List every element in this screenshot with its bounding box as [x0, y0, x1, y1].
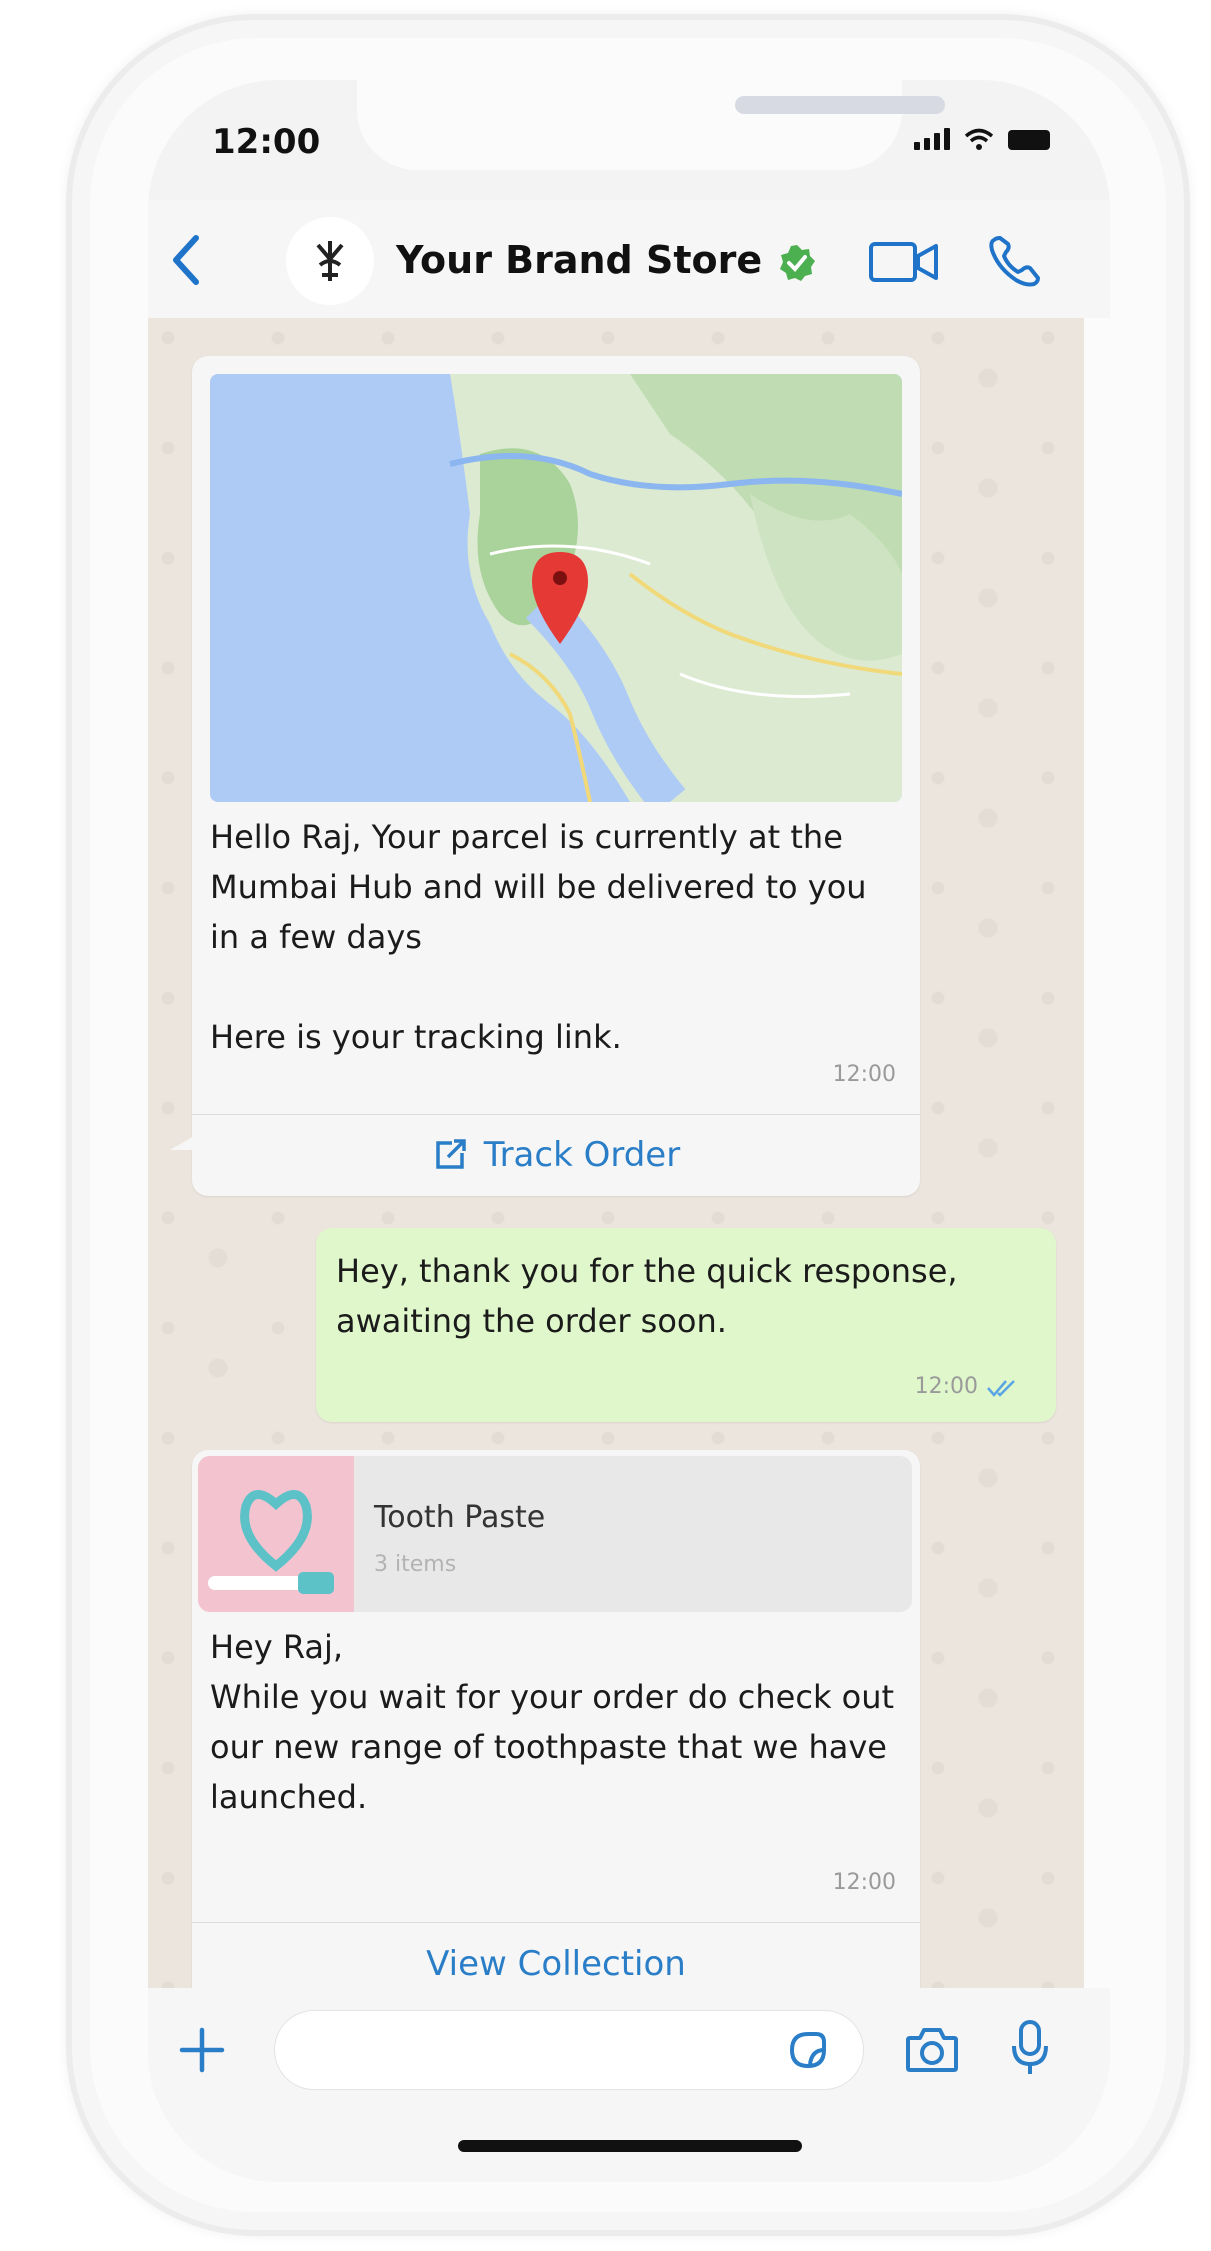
notch	[357, 80, 945, 170]
product-title: Tooth Paste	[374, 1500, 546, 1535]
brand-logo-icon	[316, 241, 344, 281]
home-indicator[interactable]	[458, 2140, 802, 2152]
status-icons	[914, 128, 1050, 150]
scrollbar[interactable]	[1084, 318, 1110, 1988]
product-card[interactable]: Tooth Paste 3 items	[198, 1456, 912, 1612]
signal-icon	[914, 128, 950, 150]
view-collection-button[interactable]: View Collection	[192, 1924, 920, 1988]
external-link-icon	[436, 1139, 466, 1169]
chat-header: Your Brand Store	[148, 200, 1110, 319]
video-call-icon[interactable]	[868, 240, 940, 284]
location-map[interactable]	[210, 374, 902, 802]
phone-screen: 12:00 Your Brand Store Hello Raj, Your p…	[148, 80, 1110, 2182]
status-bar: 12:00	[148, 80, 1110, 200]
mic-icon[interactable]	[1010, 2018, 1050, 2078]
bubble-tail	[170, 1136, 194, 1150]
message-text: Hello Raj, Your parcel is currently at t…	[210, 818, 867, 1056]
incoming-message-collection: Tooth Paste 3 items Hey Raj, While you w…	[192, 1450, 920, 1988]
message-time: 12:00	[914, 1374, 978, 1399]
speaker-grille	[735, 96, 945, 114]
button-divider	[192, 1922, 920, 1923]
status-time: 12:00	[212, 122, 321, 162]
battery-icon	[1008, 130, 1050, 150]
verified-icon	[780, 245, 815, 281]
button-divider	[192, 1114, 920, 1115]
phone-call-icon[interactable]	[986, 234, 1044, 290]
toothpaste-image	[208, 1490, 334, 1594]
product-thumbnail	[198, 1456, 354, 1612]
double-check-icon	[987, 1380, 1015, 1397]
view-collection-label: View Collection	[426, 1944, 686, 1984]
sticker-icon[interactable]	[786, 2028, 830, 2072]
track-order-label: Track Order	[483, 1135, 681, 1175]
chat-area[interactable]: Hello Raj, Your parcel is currently at t…	[148, 318, 1110, 1988]
back-icon[interactable]	[166, 230, 206, 290]
wifi-icon	[964, 128, 994, 150]
map-image	[210, 374, 902, 802]
message-text: Hey Raj, While you wait for your order d…	[210, 1628, 895, 1816]
track-order-button[interactable]: Track Order	[192, 1116, 920, 1194]
plus-icon[interactable]	[176, 2024, 228, 2076]
camera-icon[interactable]	[904, 2024, 960, 2076]
message-text: Hey, thank you for the quick response, a…	[336, 1252, 958, 1340]
message-input[interactable]	[274, 2010, 864, 2090]
input-bar	[148, 1988, 1110, 2182]
store-name[interactable]: Your Brand Store	[396, 238, 762, 282]
message-time: 12:00	[832, 1062, 896, 1087]
incoming-message-location: Hello Raj, Your parcel is currently at t…	[170, 356, 920, 1196]
outgoing-message: Hey, thank you for the quick response, a…	[316, 1228, 1056, 1422]
brand-avatar[interactable]	[286, 217, 374, 305]
message-time: 12:00	[832, 1870, 896, 1895]
product-subtitle: 3 items	[374, 1552, 457, 1577]
